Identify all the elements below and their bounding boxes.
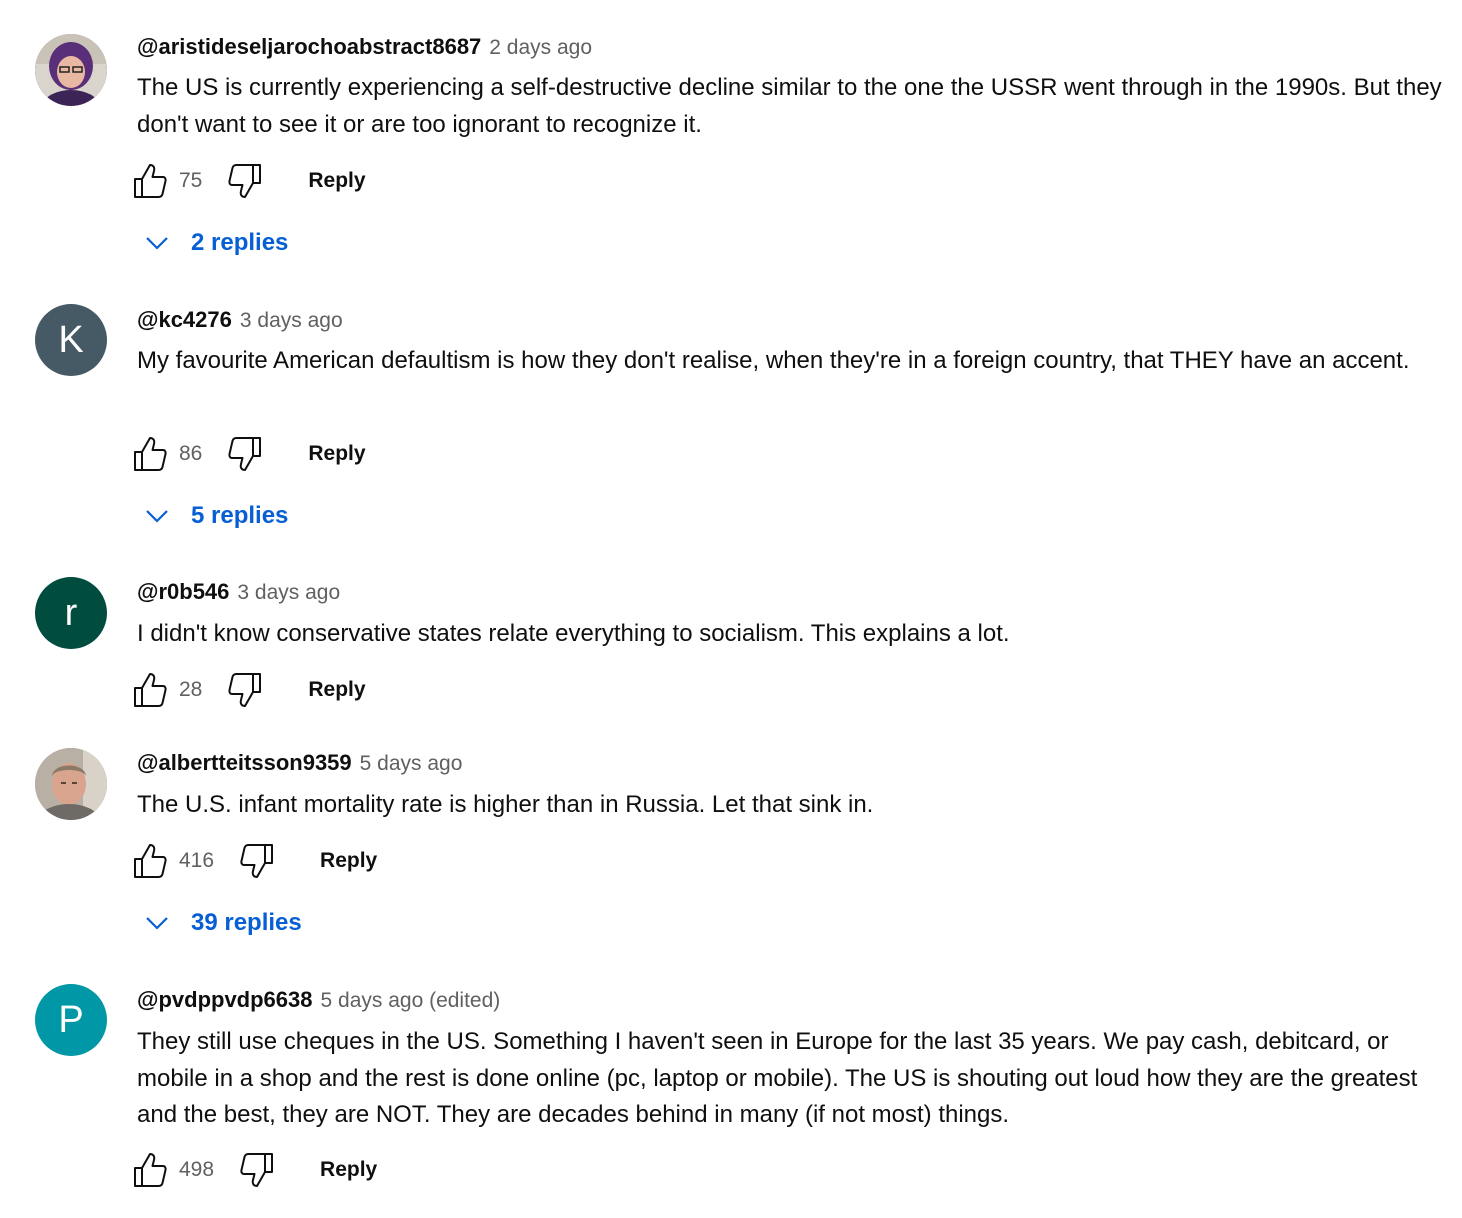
- thumbs-down-icon[interactable]: [228, 671, 262, 709]
- reply-button[interactable]: Reply: [308, 442, 365, 466]
- comment-text: They still use cheques in the US. Someth…: [137, 1028, 1418, 1128]
- comment-header: @albertteitsson9359 5 days ago: [137, 750, 462, 780]
- comment-actions: 498 Reply: [133, 1150, 377, 1190]
- avatar-photo: [35, 34, 107, 106]
- avatar-photo: [35, 748, 107, 820]
- avatar[interactable]: [35, 34, 107, 106]
- replies-count-label: 5 replies: [191, 502, 289, 529]
- thumbs-down-icon[interactable]: [228, 435, 262, 473]
- view-replies-button[interactable]: 5 replies: [140, 496, 288, 536]
- comment-author[interactable]: @aristideseljarochoabstract8687: [137, 34, 481, 60]
- comment-author[interactable]: @r0b546: [137, 579, 229, 605]
- comment-actions: 75 Reply: [133, 161, 366, 201]
- comment-author[interactable]: @kc4276: [137, 307, 232, 333]
- avatar[interactable]: K: [35, 304, 107, 376]
- thumbs-up-icon[interactable]: [133, 1151, 167, 1189]
- like-count: 498: [179, 1158, 215, 1181]
- avatar-letter: r: [64, 592, 78, 634]
- reply-button[interactable]: Reply: [320, 849, 377, 873]
- replies-count-label: 39 replies: [191, 909, 302, 936]
- thumbs-down-icon[interactable]: [228, 162, 262, 200]
- comment-timestamp[interactable]: 5 days ago: [360, 752, 463, 776]
- thumbs-down-icon[interactable]: [240, 842, 274, 880]
- avatar[interactable]: P: [35, 984, 107, 1056]
- comment-header: @aristideseljarochoabstract8687 2 days a…: [137, 34, 592, 64]
- reply-button[interactable]: Reply: [320, 1158, 377, 1182]
- comment-timestamp[interactable]: 3 days ago: [240, 309, 343, 333]
- like-count: 416: [179, 849, 215, 872]
- chevron-down-icon: [140, 501, 174, 531]
- comment-text: The US is currently experiencing a self-…: [137, 74, 1442, 138]
- comment-actions: 86 Reply: [133, 434, 366, 474]
- comment-text: My favourite American defaultism is how …: [137, 347, 1410, 374]
- thumbs-up-icon[interactable]: [133, 671, 167, 709]
- thumbs-up-icon[interactable]: [133, 435, 167, 473]
- reply-button[interactable]: Reply: [308, 678, 365, 702]
- like-count: 86: [179, 442, 203, 465]
- comment-author[interactable]: @pvdppvdp6638: [137, 987, 313, 1013]
- like-count: 28: [179, 678, 203, 701]
- comment-header: @r0b546 3 days ago: [137, 579, 340, 609]
- comment-text: I didn't know conservative states relate…: [137, 620, 1010, 647]
- reply-button[interactable]: Reply: [308, 169, 365, 193]
- avatar-letter: K: [58, 319, 84, 361]
- replies-count-label: 2 replies: [191, 229, 289, 256]
- thumbs-down-icon[interactable]: [240, 1151, 274, 1189]
- comment-text: The U.S. infant mortality rate is higher…: [137, 791, 874, 818]
- avatar[interactable]: r: [35, 577, 107, 649]
- thumbs-up-icon[interactable]: [133, 162, 167, 200]
- comment-timestamp[interactable]: 3 days ago: [237, 581, 340, 605]
- chevron-down-icon: [140, 908, 174, 938]
- comment-actions: 416 Reply: [133, 841, 377, 881]
- comment-timestamp[interactable]: 2 days ago: [489, 36, 592, 60]
- comment-header: @kc4276 3 days ago: [137, 307, 343, 337]
- comment-timestamp[interactable]: 5 days ago (edited): [321, 989, 501, 1013]
- view-replies-button[interactable]: 39 replies: [140, 903, 302, 943]
- avatar[interactable]: [35, 748, 107, 820]
- avatar-letter: P: [58, 999, 84, 1041]
- chevron-down-icon: [140, 228, 174, 258]
- comment-actions: 28 Reply: [133, 670, 366, 710]
- comment-author[interactable]: @albertteitsson9359: [137, 750, 352, 776]
- comment-header: @pvdppvdp6638 5 days ago (edited): [137, 987, 500, 1017]
- view-replies-button[interactable]: 2 replies: [140, 223, 288, 263]
- thumbs-up-icon[interactable]: [133, 842, 167, 880]
- like-count: 75: [179, 169, 203, 192]
